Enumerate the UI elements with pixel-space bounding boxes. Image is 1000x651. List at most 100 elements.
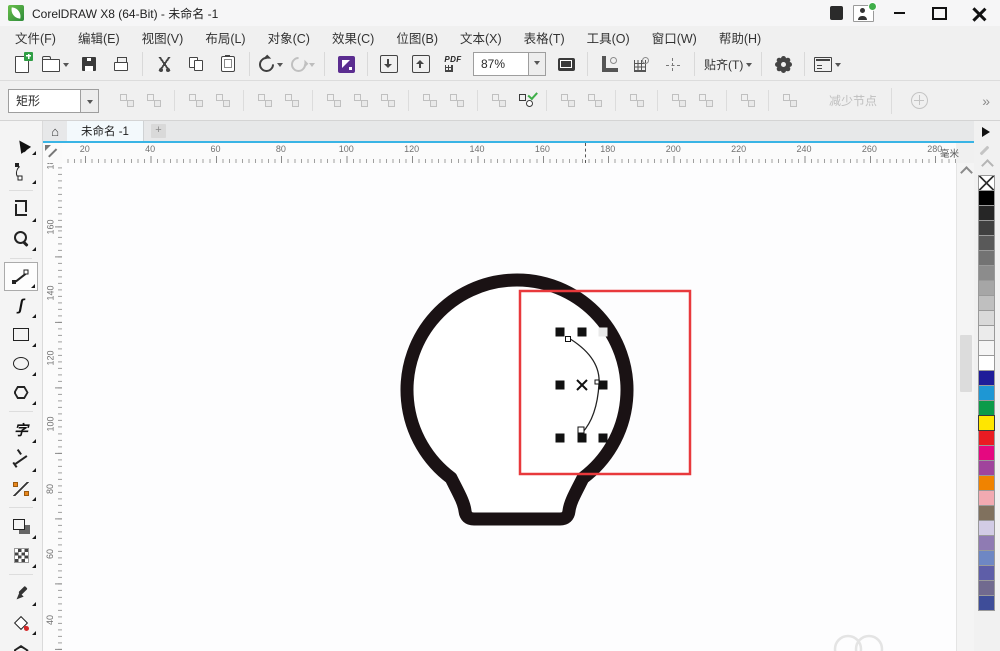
delete-nodes-icon[interactable] [140,87,167,114]
menu-item[interactable]: 位图(B) [385,25,449,50]
menu-item[interactable]: 文件(F) [4,25,67,50]
swatch-blue[interactable] [978,385,995,401]
smooth-node-icon[interactable] [347,87,374,114]
select-all-nodes-icon[interactable] [776,87,803,114]
handle-bottom-right[interactable] [599,434,608,443]
scrollbar-thumb[interactable] [960,335,972,392]
elastic-mode-icon[interactable] [734,87,761,114]
connector-tool-icon[interactable] [4,474,38,503]
swatch-90-black[interactable] [978,205,995,221]
align-nodes-icon[interactable] [623,87,650,114]
ruler-origin-icon[interactable] [43,143,63,164]
swatch-green[interactable] [978,400,995,416]
close-curve-icon[interactable] [443,87,470,114]
snap-to-button[interactable]: 贴齐(T) [700,50,756,78]
handle-middle-right[interactable] [599,381,608,390]
swatch-orange[interactable] [978,475,995,491]
swatch-white[interactable] [978,355,995,371]
swatch-no-color[interactable] [978,175,995,191]
swatch-10-black[interactable] [978,325,995,341]
menu-item[interactable]: 表格(T) [513,25,576,50]
swatch-60-black[interactable] [978,250,995,266]
handle-bottom-left[interactable] [556,434,565,443]
paste-button[interactable] [212,50,244,78]
menu-item[interactable]: 帮助(H) [708,25,772,50]
swatch-steel-blue[interactable] [978,550,995,566]
menu-item[interactable]: 布局(L) [194,25,256,50]
options-button[interactable] [767,50,799,78]
swatch-navy-blue[interactable] [978,370,995,386]
transparency-tool-icon[interactable] [4,541,38,570]
menu-item[interactable]: 效果(C) [321,25,385,50]
menu-item[interactable]: 视图(V) [131,25,195,50]
reflect-nodes-vertical-icon[interactable] [692,87,719,114]
drawing-canvas[interactable] [62,163,956,651]
swatch-80-black[interactable] [978,220,995,236]
swatch-brown[interactable] [978,505,995,521]
handle-middle-left[interactable] [556,381,565,390]
handle-top-right[interactable] [599,328,608,337]
menu-item[interactable]: 工具(O) [576,25,641,50]
reduce-nodes-button[interactable]: 减少节点 [829,92,877,109]
toolbar-overflow-button[interactable]: » [982,93,990,109]
export-button[interactable] [405,50,437,78]
cusp-node-icon[interactable] [320,87,347,114]
shape-preset-dropdown-button[interactable] [80,90,98,112]
show-guidelines-button[interactable] [657,50,689,78]
swatch-gray-violet[interactable] [978,580,995,596]
cut-button[interactable] [148,50,180,78]
swatch-pink[interactable] [978,490,995,506]
shape-tool-icon[interactable] [4,157,38,186]
open-button[interactable] [38,50,73,78]
swatch-medium-purple[interactable] [978,535,995,551]
swatch-70-black[interactable] [978,235,995,251]
home-tab-icon[interactable]: ⌂ [43,121,67,141]
convert-to-curve-icon[interactable] [278,87,305,114]
new-document-button[interactable] [6,50,38,78]
artistic-media-tool-icon[interactable]: ʃ [4,291,38,320]
swatch-20-black[interactable] [978,310,995,326]
palette-flyout-icon[interactable] [982,127,995,137]
polygon-tool-icon[interactable] [4,378,38,407]
print-button[interactable] [105,50,137,78]
break-curve-icon[interactable] [209,87,236,114]
horizontal-ruler[interactable]: 20406080100120140160180200220240260280 [62,143,956,164]
zoom-level-dropdown-button[interactable] [528,53,545,75]
reverse-direction-icon[interactable] [416,87,443,114]
close-button[interactable] [964,3,994,23]
minimize-button[interactable] [884,3,914,23]
reflect-nodes-horizontal-icon[interactable] [665,87,692,114]
swatch-pale-lavender[interactable] [978,520,995,536]
new-tab-button[interactable]: + [151,124,166,138]
menu-item[interactable]: 窗口(W) [641,25,708,50]
publish-to-pdf-button[interactable]: PDF [437,50,469,78]
palette-edit-icon[interactable] [980,146,990,156]
interactive-fill-tool-icon[interactable] [4,608,38,637]
copy-button[interactable] [180,50,212,78]
show-grid-button[interactable] [625,50,657,78]
swatch-red[interactable] [978,430,995,446]
rotate-nodes-icon[interactable] [581,87,608,114]
ellipse-tool-icon[interactable] [4,349,38,378]
account-icon[interactable] [853,5,874,22]
undo-dropdown-icon[interactable] [277,63,283,70]
extend-curve-to-close-icon[interactable] [512,87,539,114]
open-dropdown-icon[interactable] [63,63,69,70]
text-tool-icon[interactable]: 字 [4,416,38,445]
palette-scroll-up-icon[interactable] [981,159,994,172]
document-tab-active[interactable]: 未命名 -1 [67,121,144,141]
search-content-button[interactable] [330,50,362,78]
add-nodes-icon[interactable] [113,87,140,114]
crop-tool-icon[interactable] [4,195,38,224]
undo-button[interactable] [255,50,287,78]
zoom-tool-icon[interactable] [4,224,38,253]
swatch-magenta[interactable] [978,445,995,461]
curve-node-end[interactable] [578,427,584,433]
swatch-40-black[interactable] [978,280,995,296]
import-button[interactable] [373,50,405,78]
zoom-level-combo[interactable]: 87% [473,52,546,76]
handle-bottom-center[interactable] [578,434,587,443]
redo-button[interactable] [287,50,319,78]
menu-item[interactable]: 编辑(E) [67,25,131,50]
swatch-yellow[interactable] [978,415,995,431]
